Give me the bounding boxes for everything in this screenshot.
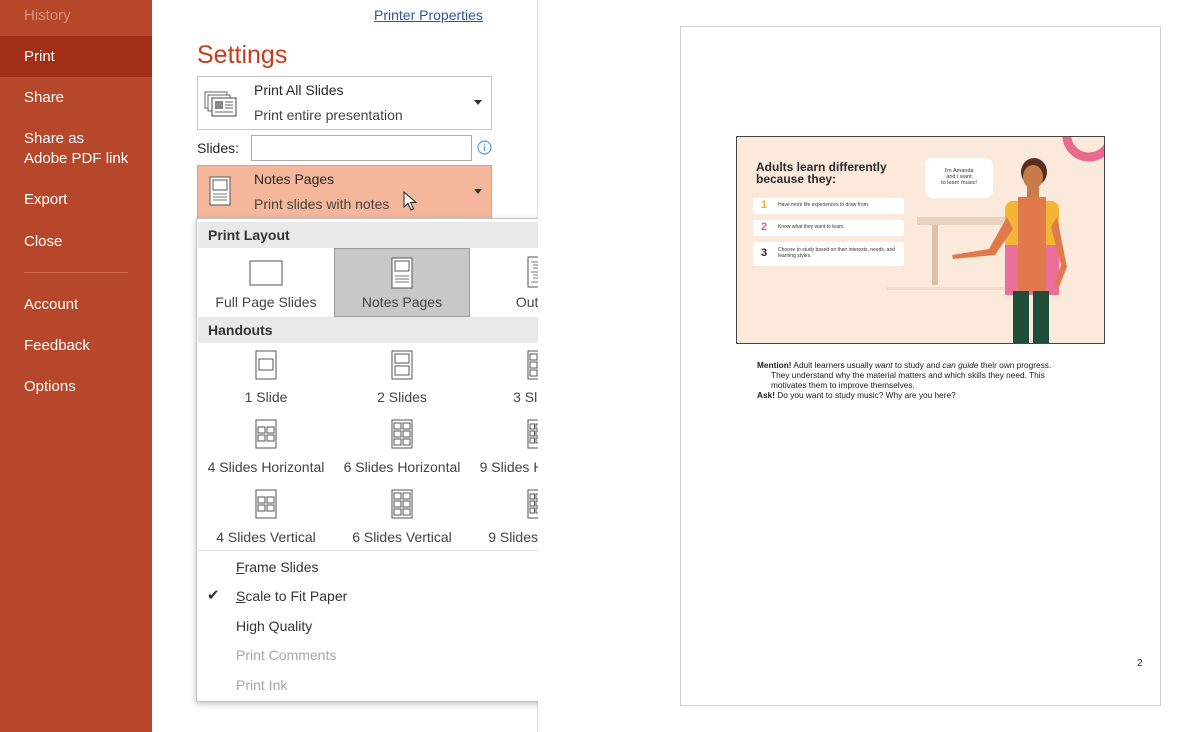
nav-item-export[interactable]: Export: [0, 190, 152, 210]
nav-divider: [24, 272, 128, 273]
handout-1-slide-icon: [255, 350, 277, 380]
settings-title: Settings: [197, 41, 288, 69]
option-handout-1-slide[interactable]: 1 Slide: [198, 345, 334, 407]
nav-item-print[interactable]: Print: [0, 36, 152, 77]
option-label: High Quality: [236, 618, 313, 634]
backstage-nav: History Print Share Share as Adobe PDF l…: [0, 0, 152, 732]
option-label: Print Ink: [236, 677, 288, 693]
nav-item-options[interactable]: Options: [0, 377, 152, 397]
option-label: 2 Slides: [377, 389, 427, 405]
print-layout-sub: Print slides with notes: [254, 196, 390, 212]
print-range-sub: Print entire presentation: [254, 107, 403, 123]
page-number: 2: [1137, 658, 1143, 669]
slide-list-item: 3 Choose to study based on their interes…: [753, 242, 904, 266]
option-label: 6 Slides Vertical: [352, 529, 452, 545]
checkmark-icon: ✔: [207, 587, 220, 604]
nav-item-feedback[interactable]: Feedback: [0, 336, 152, 356]
option-label: Notes Pages: [361, 294, 443, 310]
print-layout-dropdown[interactable]: Notes Pages Print slides with notes: [197, 165, 492, 219]
notes-pages-icon: [391, 257, 413, 289]
option-handout-4-vertical[interactable]: 4 Slides Vertical: [198, 485, 334, 547]
nav-item-close[interactable]: Close: [0, 232, 152, 252]
handout-2-slides-icon: [391, 350, 413, 380]
option-label: 1 Slide: [244, 389, 288, 405]
option-notes-pages[interactable]: Notes Pages: [334, 248, 470, 317]
handout-4-horizontal-icon: [255, 419, 277, 449]
nav-item-account[interactable]: Account: [0, 295, 152, 315]
slide-title: Adults learn differently because they:: [756, 160, 887, 186]
nav-item-share-adobe-pdf[interactable]: Share as Adobe PDF link: [0, 129, 130, 169]
option-label: Full Page Slides: [215, 294, 317, 310]
speaker-notes: Mention! Adult learners usually want to …: [757, 360, 1052, 400]
handout-6-vertical-icon: [391, 489, 413, 519]
print-layout-main: Notes Pages: [254, 171, 335, 187]
slide-list-item: 1 Have more life experiences to draw fro…: [753, 198, 904, 214]
print-range-main: Print All Slides: [254, 82, 344, 98]
option-handout-6-vertical[interactable]: 6 Slides Vertical: [334, 485, 470, 547]
mouse-cursor-icon: [403, 191, 418, 211]
option-label: 6 Slides Horizontal: [343, 459, 461, 475]
handout-6-horizontal-icon: [391, 419, 413, 449]
slides-label: Slides:: [197, 140, 240, 156]
option-label: 4 Slides Horizontal: [207, 459, 325, 475]
print-range-dropdown[interactable]: Print All Slides Print entire presentati…: [197, 76, 492, 130]
option-handout-6-horizontal[interactable]: 6 Slides Horizontal: [334, 415, 470, 477]
option-label: Frame Slides: [236, 559, 319, 575]
option-full-page-slides[interactable]: Full Page Slides: [198, 248, 334, 317]
option-handout-2-slides[interactable]: 2 Slides: [334, 345, 470, 407]
slide-list-item: 2 Know what they want to learn.: [753, 220, 904, 236]
print-all-slides-icon: [204, 91, 237, 117]
option-label: Print Comments: [236, 647, 337, 663]
nav-item-history[interactable]: History: [0, 6, 152, 26]
printer-properties-link[interactable]: Printer Properties: [374, 7, 483, 23]
slides-input[interactable]: [251, 135, 472, 161]
option-label: 4 Slides Vertical: [216, 529, 316, 545]
speech-bubble: I'm Amanda and I want to learn music!: [925, 158, 993, 198]
option-handout-4-horizontal[interactable]: 4 Slides Horizontal: [198, 415, 334, 477]
chevron-down-icon: [474, 100, 482, 105]
chevron-down-icon: [474, 189, 482, 194]
option-label: Scale to Fit Paper: [236, 588, 348, 604]
handout-4-vertical-icon: [255, 489, 277, 519]
notes-pages-icon: [209, 176, 231, 206]
info-icon[interactable]: [477, 140, 492, 155]
nav-item-share[interactable]: Share: [0, 88, 152, 108]
slide-thumbnail: Adults learn differently because they: 1…: [736, 136, 1105, 344]
full-page-slides-icon: [249, 260, 283, 286]
